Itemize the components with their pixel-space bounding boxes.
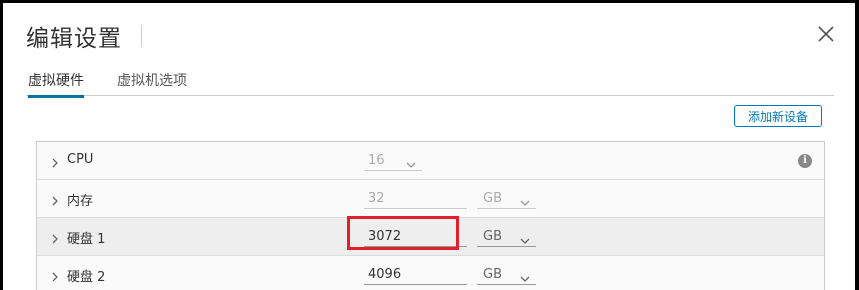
cpu-count-select[interactable]: 16: [364, 150, 422, 171]
memory-value: 32: [368, 191, 385, 206]
hard-disk-2-size-value: 4096: [368, 267, 402, 282]
row-label-hard-disk-1: 硬盘 1: [67, 232, 106, 247]
chevron-right-icon[interactable]: [50, 230, 60, 244]
hard-disk-1-unit-value: GB: [483, 229, 502, 244]
chevron-down-icon: [520, 231, 530, 252]
chevron-right-icon[interactable]: [50, 154, 60, 168]
chevron-right-icon[interactable]: [50, 192, 60, 206]
chevron-down-icon: [520, 269, 530, 290]
table-row-memory: 内存 32 GB: [37, 180, 824, 218]
title-divider: [141, 25, 142, 47]
tab-vm-options[interactable]: 虚拟机选项: [117, 70, 187, 98]
hardware-table: CPU 16 i 内存 32 GB 硬盘 1 3072 GB 硬盘 2 4096…: [36, 141, 825, 290]
table-row-hard-disk-2: 硬盘 2 4096 GB: [37, 256, 824, 290]
hard-disk-1-size-input[interactable]: 3072: [364, 226, 467, 247]
hard-disk-1-size-value: 3072: [368, 229, 402, 244]
close-icon[interactable]: [817, 25, 835, 43]
table-row-cpu: CPU 16 i: [37, 142, 824, 180]
row-label-cpu: CPU: [67, 152, 94, 167]
memory-unit-value: GB: [483, 191, 502, 206]
chevron-down-icon: [520, 193, 530, 214]
memory-unit-select[interactable]: GB: [477, 188, 536, 209]
add-new-device-button[interactable]: 添加新设备: [734, 105, 822, 127]
tab-virtual-hardware[interactable]: 虚拟硬件: [28, 70, 84, 98]
hard-disk-2-unit-value: GB: [483, 267, 502, 282]
cpu-count-value: 16: [368, 153, 385, 168]
tab-bar: 虚拟硬件 虚拟机选项: [26, 65, 834, 98]
table-row-hard-disk-1: 硬盘 1 3072 GB: [37, 216, 824, 256]
row-label-memory: 内存: [67, 194, 94, 209]
row-label-hard-disk-2: 硬盘 2: [67, 270, 106, 285]
hard-disk-1-unit-select[interactable]: GB: [477, 226, 536, 247]
hard-disk-2-unit-select[interactable]: GB: [477, 264, 536, 285]
chevron-down-icon: [406, 155, 416, 176]
edit-settings-dialog: 编辑设置 虚拟硬件 虚拟机选项 添加新设备 CPU 16 i 内存 32 GB …: [3, 3, 855, 290]
chevron-right-icon[interactable]: [50, 268, 60, 282]
hard-disk-2-size-input[interactable]: 4096: [364, 264, 467, 285]
info-icon[interactable]: i: [798, 154, 812, 168]
dialog-title: 编辑设置: [26, 26, 122, 52]
memory-input[interactable]: 32: [364, 188, 467, 209]
